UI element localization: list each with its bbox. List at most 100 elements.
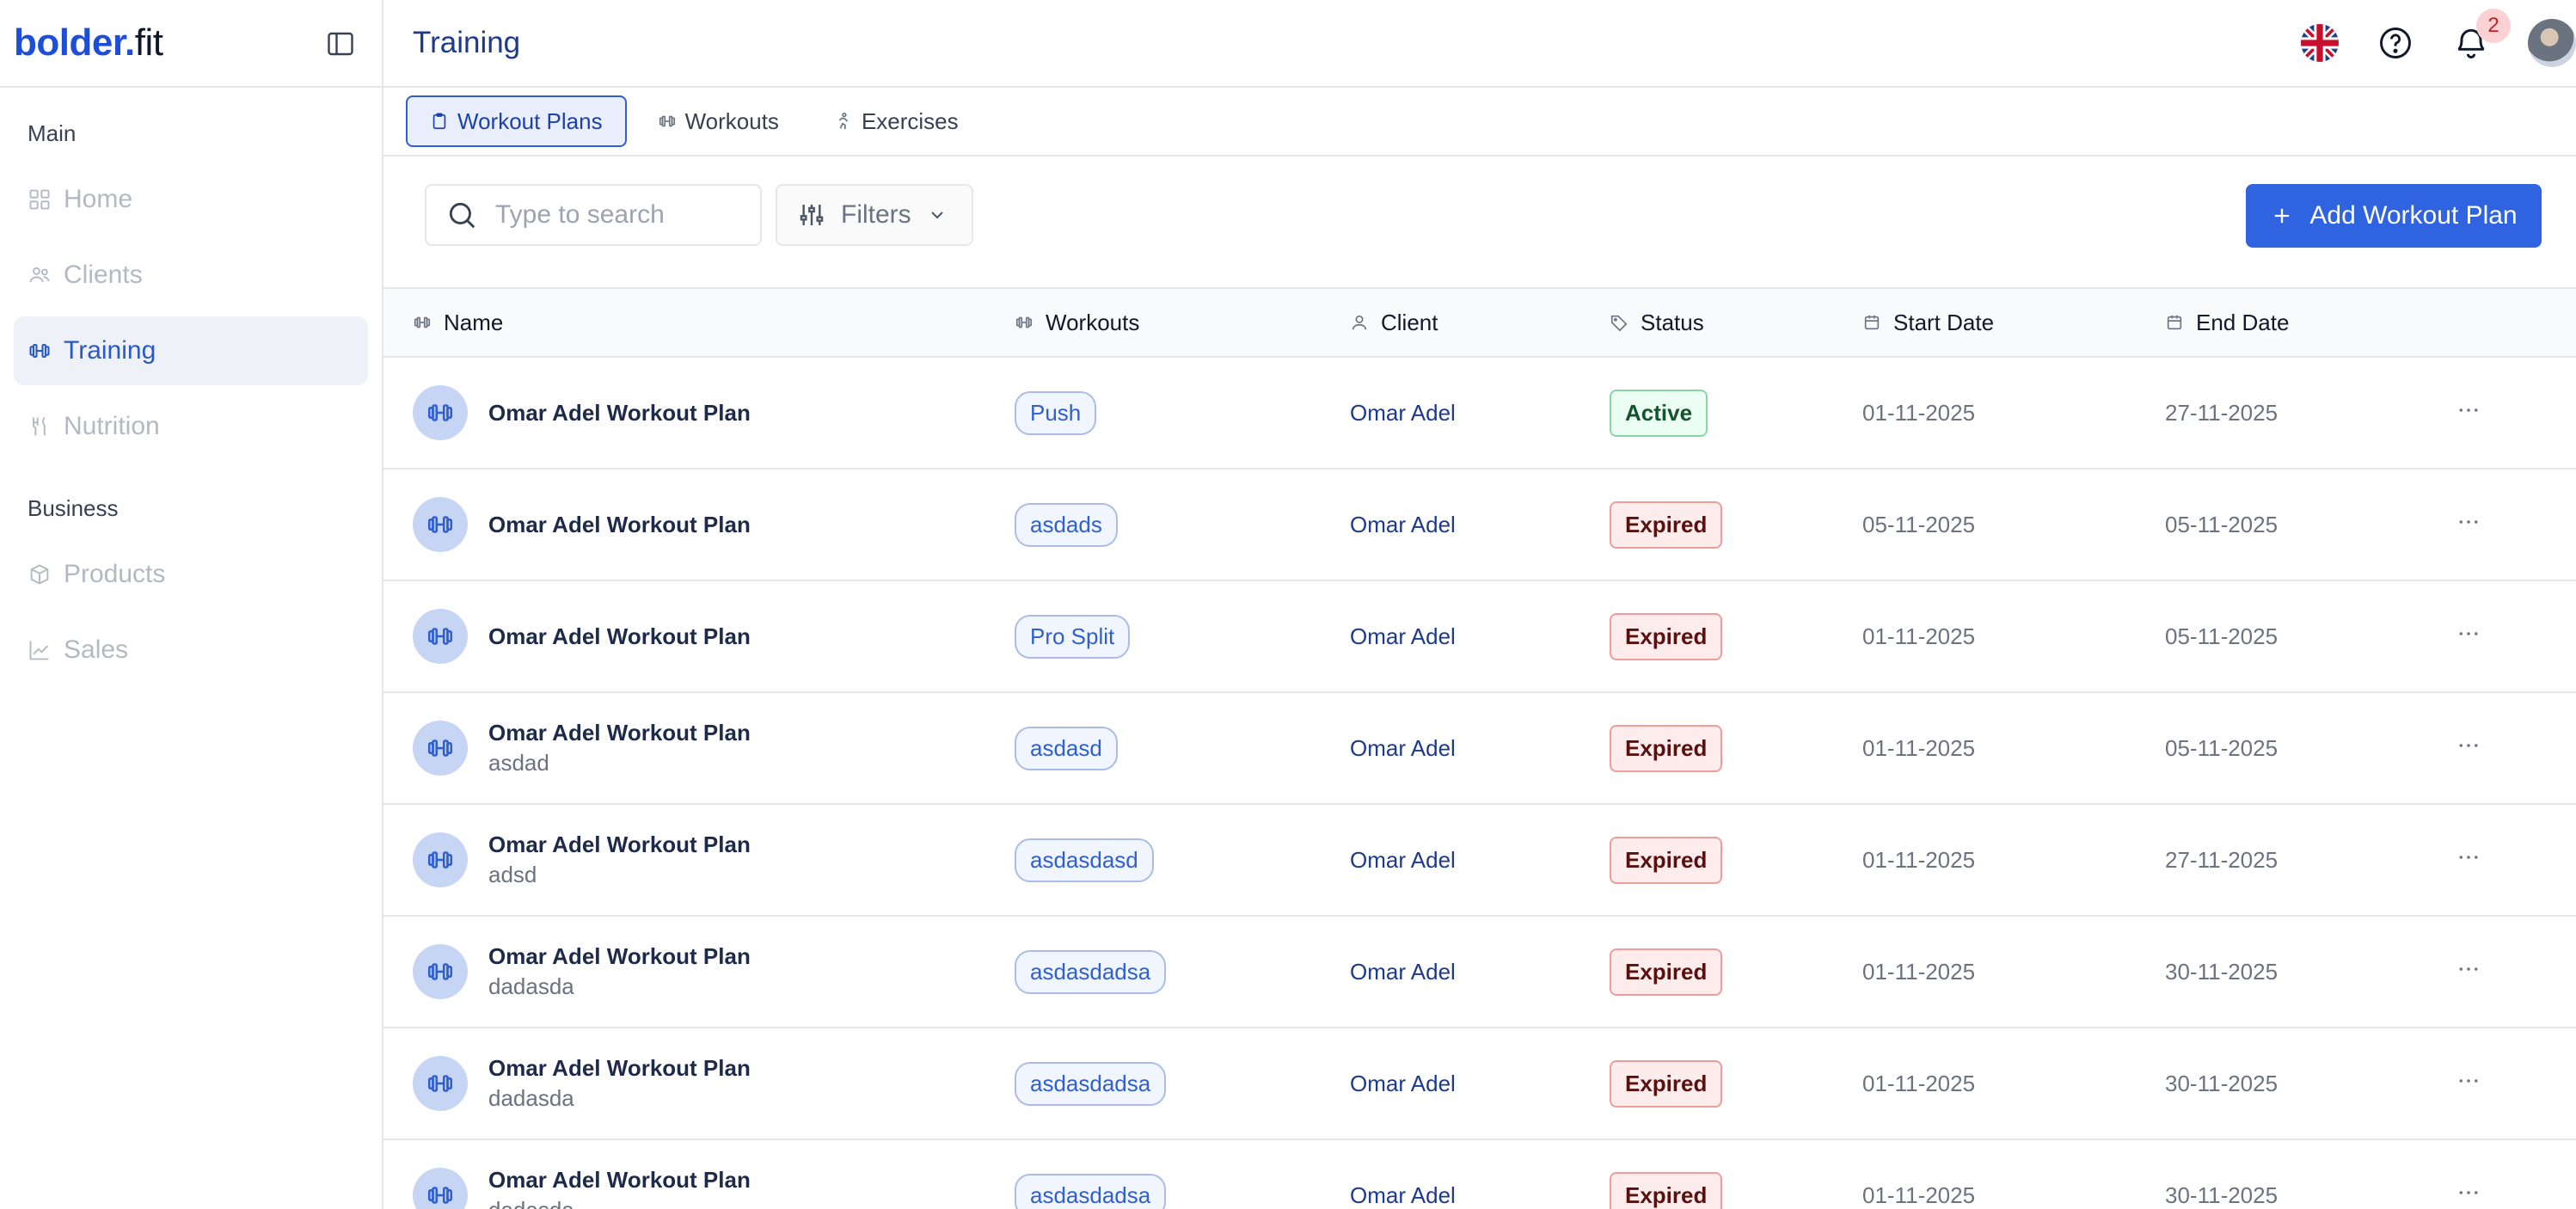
sidebar-item-sales[interactable]: Sales bbox=[14, 616, 368, 684]
sidebar-item-label: Sales bbox=[64, 635, 129, 664]
user-avatar[interactable] bbox=[2528, 19, 2576, 67]
table-row[interactable]: Omar Adel Workout Plan dadasda asdasdadsa O… bbox=[383, 1140, 2576, 1209]
sidebar-section-business: Business bbox=[28, 495, 119, 521]
help-icon[interactable] bbox=[2377, 24, 2414, 62]
client-name[interactable]: Omar Adel bbox=[1350, 623, 1456, 650]
client-cell: Omar Adel bbox=[1350, 805, 1456, 915]
workouts-cell: asdasdasd bbox=[1015, 805, 1154, 915]
workout-tag[interactable]: asdasdadsa bbox=[1015, 1061, 1167, 1106]
table-row[interactable]: Omar Adel Workout Plan adsd asdasdasd Omar … bbox=[383, 805, 2576, 917]
workouts-cell: asdasdadsa bbox=[1015, 1028, 1167, 1138]
sidebar-item-clients[interactable]: Clients bbox=[14, 241, 368, 310]
client-name[interactable]: Omar Adel bbox=[1350, 959, 1456, 985]
sidebar-toggle-icon[interactable] bbox=[325, 28, 356, 59]
status-badge: Active bbox=[1610, 389, 1708, 437]
dumbbell-icon bbox=[413, 1168, 468, 1209]
column-header-end-date[interactable]: End Date bbox=[2165, 289, 2289, 356]
sidebar-section-main: Main bbox=[28, 120, 77, 146]
workout-tag[interactable]: asdasdadsa bbox=[1015, 949, 1167, 994]
table-row[interactable]: Omar Adel Workout Plan asdad asdasd Omar Ad… bbox=[383, 693, 2576, 805]
more-options-icon[interactable] bbox=[2456, 844, 2481, 876]
more-options-icon[interactable] bbox=[2456, 956, 2481, 988]
workout-tag[interactable]: Push bbox=[1015, 390, 1097, 435]
table-row[interactable]: Omar Adel Workout Plan asdads Omar Adel Exp… bbox=[383, 469, 2576, 581]
clipboard-icon bbox=[432, 113, 446, 130]
more-options-icon[interactable] bbox=[2456, 509, 2481, 541]
client-name[interactable]: Omar Adel bbox=[1350, 735, 1456, 762]
status-cell: Expired bbox=[1610, 581, 1723, 691]
client-name[interactable]: Omar Adel bbox=[1350, 1182, 1456, 1209]
client-name[interactable]: Omar Adel bbox=[1350, 847, 1456, 874]
sidebar-item-products[interactable]: Products bbox=[14, 540, 368, 609]
plan-name[interactable]: Omar Adel Workout Plan bbox=[488, 720, 751, 746]
brand-logo[interactable]: bolder.fit bbox=[14, 21, 163, 64]
end-date-cell: 27-11-2025 bbox=[2165, 805, 2278, 915]
plan-name[interactable]: Omar Adel Workout Plan bbox=[488, 512, 751, 538]
plan-description: dadasda bbox=[488, 1085, 574, 1111]
row-actions bbox=[2456, 1140, 2481, 1209]
more-options-icon[interactable] bbox=[2456, 733, 2481, 764]
plan-description: dadasda bbox=[488, 973, 574, 999]
filters-button[interactable]: Filters bbox=[776, 184, 973, 246]
workout-tag[interactable]: Pro Split bbox=[1015, 614, 1131, 659]
start-date-cell: 01-11-2025 bbox=[1862, 1140, 1975, 1209]
end-date-cell: 30-11-2025 bbox=[2165, 1028, 2278, 1138]
dumbbell-icon bbox=[413, 944, 468, 999]
dumbbell-icon bbox=[413, 721, 468, 776]
table-row[interactable]: Omar Adel Workout Plan Pro Split Omar Adel… bbox=[383, 581, 2576, 693]
tab-workouts[interactable]: Workouts bbox=[634, 95, 803, 147]
sidebar-item-home[interactable]: Home bbox=[14, 165, 368, 234]
users-icon bbox=[29, 267, 50, 283]
tab-workout-plans[interactable]: Workout Plans bbox=[406, 95, 627, 147]
plan-name[interactable]: Omar Adel Workout Plan bbox=[488, 1055, 751, 1082]
start-date-cell: 05-11-2025 bbox=[1862, 469, 1975, 580]
tag-icon bbox=[1610, 315, 1628, 332]
table-row[interactable]: Omar Adel Workout Plan Push Omar Adel Activ… bbox=[383, 358, 2576, 469]
notifications-bell-icon[interactable]: 2 bbox=[2452, 9, 2511, 62]
sidebar-item-nutrition[interactable]: Nutrition bbox=[14, 392, 368, 461]
table-row[interactable]: Omar Adel Workout Plan dadasda asdasdadsa O… bbox=[383, 1028, 2576, 1140]
tab-label: Workout Plans bbox=[457, 107, 603, 134]
search-box[interactable] bbox=[425, 184, 762, 246]
name-cell: Omar Adel Workout Plan dadasda bbox=[413, 917, 751, 1027]
dumbbell-icon bbox=[413, 832, 468, 887]
row-actions bbox=[2456, 358, 2481, 468]
more-options-icon[interactable] bbox=[2456, 621, 2481, 653]
column-header-name[interactable]: Name bbox=[413, 289, 503, 356]
client-name[interactable]: Omar Adel bbox=[1350, 400, 1456, 427]
search-input[interactable] bbox=[494, 199, 738, 230]
status-cell: Expired bbox=[1610, 693, 1723, 803]
start-date: 01-11-2025 bbox=[1862, 1181, 1976, 1208]
more-options-icon[interactable] bbox=[2456, 1180, 2481, 1209]
utensils-icon bbox=[33, 416, 46, 436]
more-options-icon[interactable] bbox=[2456, 397, 2481, 429]
end-date-cell: 05-11-2025 bbox=[2165, 469, 2278, 580]
workout-tag[interactable]: asdasdadsa bbox=[1015, 1173, 1167, 1209]
workout-tag[interactable]: asdads bbox=[1015, 502, 1118, 547]
plan-name[interactable]: Omar Adel Workout Plan bbox=[488, 943, 751, 970]
notification-count-badge: 2 bbox=[2476, 9, 2511, 43]
column-header-status[interactable]: Status bbox=[1610, 289, 1704, 356]
client-name[interactable]: Omar Adel bbox=[1350, 512, 1456, 538]
plan-name[interactable]: Omar Adel Workout Plan bbox=[488, 400, 751, 427]
language-flag-icon[interactable] bbox=[2301, 24, 2339, 62]
tab-exercises[interactable]: Exercises bbox=[810, 95, 983, 147]
box-icon bbox=[30, 564, 49, 585]
column-header-client[interactable]: Client bbox=[1350, 289, 1438, 356]
plan-name[interactable]: Omar Adel Workout Plan bbox=[488, 1167, 751, 1194]
plan-name[interactable]: Omar Adel Workout Plan bbox=[488, 623, 751, 650]
add-workout-plan-button[interactable]: Add Workout Plan bbox=[2246, 184, 2542, 248]
plan-name[interactable]: Omar Adel Workout Plan bbox=[488, 832, 751, 858]
workout-tag[interactable]: asdasdasd bbox=[1015, 838, 1154, 882]
client-name[interactable]: Omar Adel bbox=[1350, 1071, 1456, 1097]
chart-icon bbox=[29, 641, 49, 660]
more-options-icon[interactable] bbox=[2456, 1068, 2481, 1100]
column-header-start-date[interactable]: Start Date bbox=[1862, 289, 1994, 356]
workout-tag[interactable]: asdasd bbox=[1015, 726, 1118, 770]
status-cell: Expired bbox=[1610, 469, 1723, 580]
sidebar-item-training[interactable]: Training bbox=[14, 316, 368, 385]
column-header-workouts[interactable]: Workouts bbox=[1015, 289, 1139, 356]
start-date: 01-11-2025 bbox=[1862, 1070, 1976, 1096]
table-row[interactable]: Omar Adel Workout Plan dadasda asdasdadsa O… bbox=[383, 917, 2576, 1028]
row-actions bbox=[2456, 581, 2481, 691]
